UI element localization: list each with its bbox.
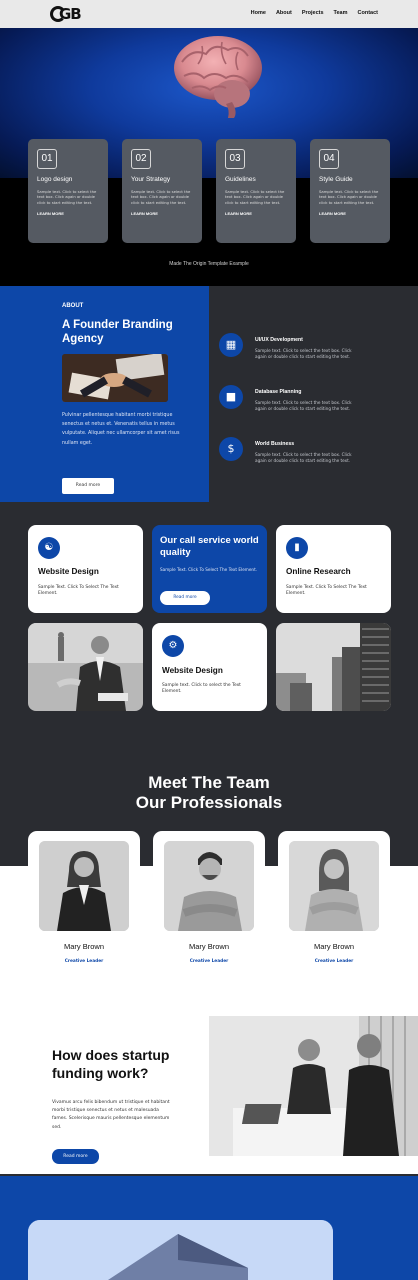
skyscraper-photo [276,623,391,711]
nav-item-team[interactable]: Team [334,10,348,16]
funding-text: Vivamus arcu felis bibendum ut tristique… [52,1100,170,1130]
card-title: Online Research [286,567,351,576]
service-card-call-service: Our call service world quality Sample Te… [152,525,267,613]
service-card-online-research: ▮ Online Research Sample Text. Click To … [276,525,391,613]
service-card-website-design: ☯ Website Design Sample Text. Click To S… [28,525,143,613]
about-text: Pulvinar pellentesque habitant morbi tri… [62,413,180,446]
nav-item-projects[interactable]: Projects [302,10,324,16]
brain-image [174,36,262,118]
service-database-planning: ■ Database Planning Sample text. Click t… [219,385,389,425]
learn-more-link[interactable]: LEARN MORE [37,211,99,216]
card-title: Website Design [38,567,99,576]
about-heading: A Founder Branding Agency [62,319,173,345]
feature-title: Guidelines [225,176,256,183]
card-title: Our call service world quality [160,535,259,558]
chat-dollar-icon: $ [219,437,243,461]
handshake-icon: ☯ [38,537,60,559]
team-heading-line2: Our Professionals [135,793,283,812]
nav-item-about[interactable]: About [276,10,292,16]
member-role: Creative Leader [189,959,229,964]
service-text: Sample text. Click to select the text bo… [255,348,352,360]
service-title: Database Planning [255,389,302,395]
feature-text: Sample text. Click to select the text bo… [319,189,379,205]
feature-card-guidelines: 03 Guidelines Sample text. Click to sele… [216,139,296,243]
service-title: World Business [255,441,295,447]
feature-text: Sample text. Click to select the text bo… [225,189,285,205]
learn-more-link[interactable]: LEARN MORE [131,211,193,216]
feature-number: 02 [131,149,151,169]
nav-item-contact[interactable]: Contact [358,10,378,16]
feature-card-your-strategy: 02 Your Strategy Sample text. Click to s… [122,139,202,243]
about-label: ABOUT [62,303,84,309]
card-text: Sample Text. Click To Select The Text El… [286,585,367,597]
card-text: Sample text. Click to select the Text El… [162,683,241,695]
building-icon: ■ [219,385,243,409]
about-read-more-button[interactable]: Read more [62,478,114,494]
service-title: UI/UX Development [255,337,303,343]
member-role: Creative Leader [64,959,104,964]
logo-text: GB [59,5,82,23]
learn-more-link[interactable]: LEARN MORE [225,211,287,216]
funding-read-more-button[interactable]: Read more [52,1149,99,1164]
member-photo [289,841,379,931]
service-text: Sample text. Click to select the text bo… [255,452,352,464]
handshake-photo [62,354,168,402]
feature-text: Sample text. Click to select the text bo… [37,189,97,205]
read-more-button[interactable]: Read more [160,591,210,605]
feature-number: 01 [37,149,57,169]
logo[interactable]: GB [50,5,82,23]
template-credit[interactable]: Made The Origin Template Example [0,261,418,267]
member-name: Mary Brown [188,942,229,951]
feature-card-style-guide: 04 Style Guide Sample text. Click to sel… [310,139,390,243]
card-title: Website Design [162,666,223,675]
member-photo [164,841,254,931]
feature-title: Your Strategy [131,176,171,183]
team-heading: Meet The Team Our Professionals [0,773,418,813]
meeting-photo [209,1016,418,1156]
team-member-card: Mary Brown Creative Leader [28,831,140,971]
top-navbar: GB Home About Projects Team Contact [0,0,418,28]
member-photo [39,841,129,931]
feature-title: Logo design [37,176,73,183]
card-text: Sample Text. Click To Select The Text El… [160,567,258,572]
phone-icon: ▮ [286,537,308,559]
service-text: Sample text. Click to select the text bo… [255,400,352,412]
member-name: Mary Brown [313,942,354,951]
feature-text: Sample text. Click to select the text bo… [131,189,191,205]
feature-number: 03 [225,149,245,169]
member-role: Creative Leader [314,959,354,964]
member-name: Mary Brown [63,942,104,951]
businessman-photo [28,623,143,711]
feature-number: 04 [319,149,339,169]
learn-more-link[interactable]: LEARN MORE [319,211,381,216]
service-card-website-design-2: ⚙ Website Design Sample text. Click to s… [152,623,267,711]
briefcase-icon: ▦ [219,333,243,357]
service-world-business: $ World Business Sample text. Click to s… [219,437,389,477]
card-text: Sample Text. Click To Select The Text El… [38,585,119,597]
building-sky-photo [28,1220,333,1280]
service-ui-ux: ▦ UI/UX Development Sample text. Click t… [219,333,389,373]
feature-title: Style Guide [319,176,353,183]
funding-heading: How does startup funding work? [52,1047,170,1081]
team-heading-line1: Meet The Team [148,773,270,792]
team-member-card: Mary Brown Creative Leader [278,831,390,971]
feature-card-logo-design: 01 Logo design Sample text. Click to sel… [28,139,108,243]
team-member-card: Mary Brown Creative Leader [153,831,265,971]
nav-item-home[interactable]: Home [251,10,266,16]
nav-menu: Home About Projects Team Contact [251,10,378,16]
gear-icon: ⚙ [162,635,184,657]
